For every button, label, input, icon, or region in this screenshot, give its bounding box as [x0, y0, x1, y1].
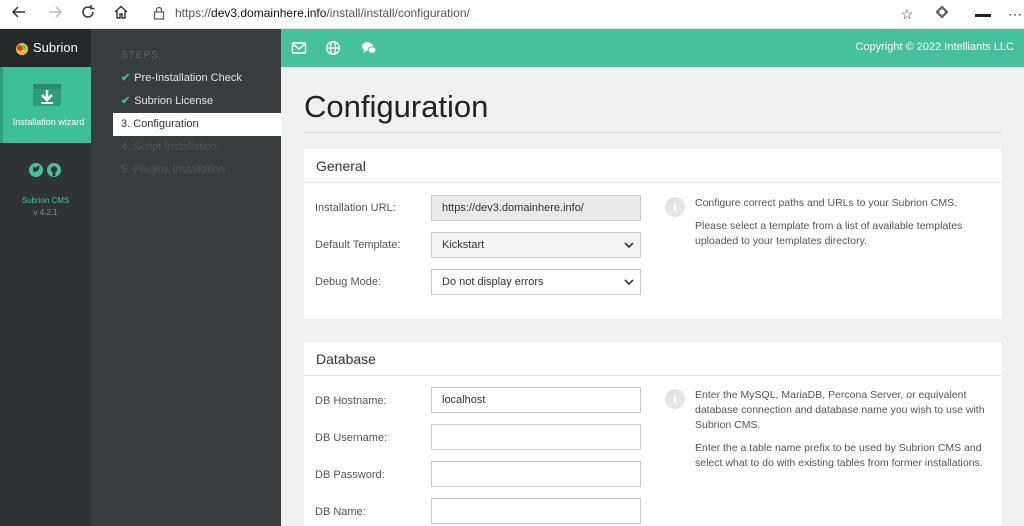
step-configuration[interactable]: 3. Configuration [113, 113, 281, 136]
copyright-text: Copyright © 2022 Intelliants LLC [855, 41, 1014, 53]
social-links [28, 161, 64, 179]
chevron-down-icon [624, 272, 634, 302]
twitter-icon[interactable] [29, 163, 43, 177]
lock-icon [153, 6, 165, 20]
installation-wizard-tab[interactable]: Installation wizard [0, 67, 91, 143]
wizard-label: Installation wizard [12, 117, 85, 127]
profile-icon[interactable] [972, 4, 994, 24]
installation-url-field[interactable]: https://dev3.domainhere.info/ [431, 195, 641, 221]
brand[interactable]: Subrion [0, 29, 91, 67]
chat-icon[interactable] [361, 40, 377, 56]
default-template-select[interactable]: Kickstart [431, 232, 641, 258]
forward-icon[interactable] [44, 4, 66, 24]
installation-url-label: Installation URL: [315, 202, 396, 214]
info-icon: i [665, 197, 685, 217]
main-content: Copyright © 2022 Intelliants LLC Configu… [281, 29, 1024, 526]
brand-name: Subrion [33, 40, 78, 55]
step-pre-installation-check[interactable]: ✔ Pre-Installation Check [113, 67, 281, 90]
database-panel: Database DB Hostname: localhost DB Usern… [304, 342, 1001, 526]
db-password-label: DB Password: [315, 469, 385, 481]
db-password-input[interactable] [431, 461, 641, 487]
debug-mode-select[interactable]: Do not display errors [431, 269, 641, 295]
step-plugins-installation: 5. Plugins Installation [121, 164, 225, 176]
url-text: https://dev3.domainhere.info/install/ins… [175, 6, 470, 20]
home-icon[interactable] [110, 4, 132, 24]
debug-mode-label: Debug Mode: [315, 276, 382, 288]
info-icon: i [665, 389, 685, 409]
mail-icon[interactable] [291, 40, 307, 56]
general-help-1: Configure correct paths and URLs to your… [695, 197, 958, 209]
database-heading: Database [304, 342, 1001, 376]
browser-toolbar: https://dev3.domainhere.info/install/ins… [0, 0, 1024, 29]
database-help-2: Enter the a table name prefix to be used… [695, 442, 983, 469]
download-box-icon [33, 84, 61, 106]
db-hostname-label: DB Hostname: [315, 395, 387, 407]
default-template-label: Default Template: [315, 239, 401, 251]
app-rail: Subrion Installation wizard Subrion CMS … [0, 29, 91, 526]
db-username-input[interactable] [431, 424, 641, 450]
more-menu-icon[interactable]: ⋯ [1004, 4, 1024, 24]
top-bar: Copyright © 2022 Intelliants LLC [281, 29, 1024, 67]
subrion-logo-icon [16, 43, 28, 55]
favorite-star-icon[interactable]: ☆ [896, 4, 918, 24]
chevron-down-icon [624, 235, 634, 265]
github-icon[interactable] [47, 163, 61, 177]
reload-icon[interactable] [77, 4, 99, 24]
step-subrion-license[interactable]: ✔ Subrion License [113, 90, 281, 113]
db-hostname-input[interactable]: localhost [431, 387, 641, 413]
steps-panel: STEPS ✔ Pre-Installation Check ✔ Subrion L… [91, 29, 281, 526]
db-name-label: DB Name: [315, 506, 366, 518]
globe-icon[interactable] [325, 40, 341, 56]
check-icon: ✔ [121, 95, 131, 107]
page-title: Configuration [304, 89, 489, 124]
cms-name[interactable]: Subrion CMS [0, 196, 91, 205]
db-username-label: DB Username: [315, 432, 388, 444]
back-icon[interactable] [8, 4, 30, 24]
title-divider [304, 132, 1001, 133]
database-help-1: Enter the MySQL, MariaDB, Percona Server… [695, 389, 985, 431]
address-bar[interactable]: https://dev3.domainhere.info/install/ins… [142, 3, 924, 25]
check-icon: ✔ [121, 72, 131, 84]
db-name-input[interactable] [431, 498, 641, 524]
extensions-icon[interactable] [932, 4, 954, 24]
step-script-installation: 4. Script Installation [121, 141, 217, 153]
general-panel: General Installation URL: https://dev3.d… [304, 149, 1001, 319]
general-heading: General [304, 149, 1001, 183]
steps-title: STEPS [121, 50, 159, 61]
cms-version: v 4.2.1 [33, 208, 58, 217]
general-help-2: Please select a template from a list of … [695, 220, 963, 247]
